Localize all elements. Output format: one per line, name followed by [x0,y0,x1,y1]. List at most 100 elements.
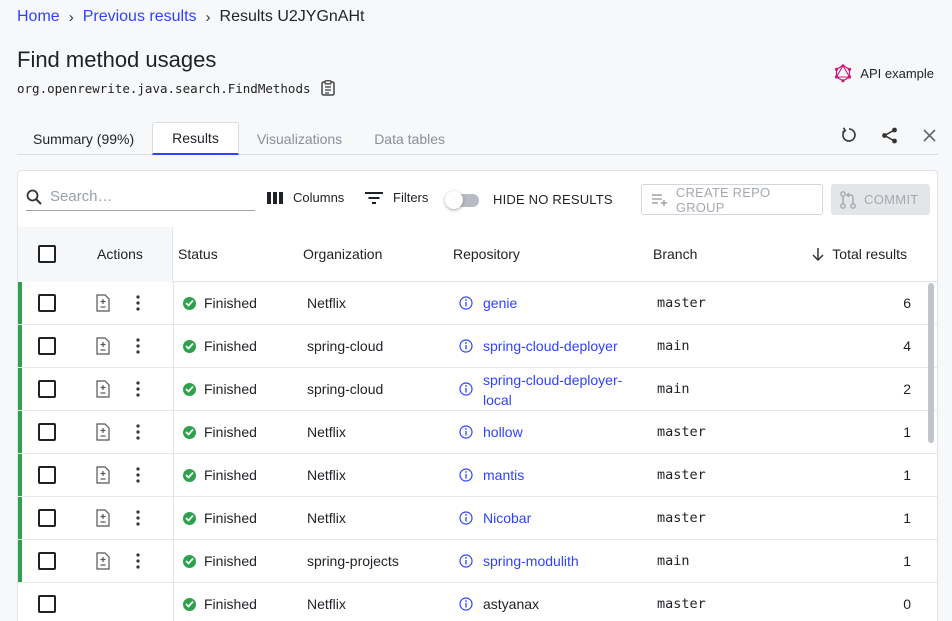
more-options-icon[interactable] [135,466,141,484]
status-text: Finished [204,596,257,612]
breadcrumb-current: Results U2JYGnAHt [219,8,365,25]
tab-results[interactable]: Results [152,122,239,155]
status-cell: Finished [183,553,257,569]
total-results-cell: 1 [903,424,911,440]
status-text: Finished [204,338,257,354]
more-options-icon[interactable] [135,509,141,527]
branch-cell: main [657,553,690,569]
info-icon[interactable] [459,382,473,396]
repository-link[interactable]: spring-modulith [483,551,579,571]
row-status-accent [18,325,22,367]
total-results-cell: 0 [903,596,911,612]
diff-document-icon[interactable] [95,423,111,441]
results-panel: Columns Filters HIDE NO RESULTS CREATE R… [17,170,938,621]
diff-document-icon[interactable] [95,380,111,398]
row-checkbox[interactable] [38,337,56,355]
table-row[interactable]: Finished spring-cloud spring-cloud-deplo… [18,368,937,411]
tab-summary[interactable]: Summary (99%) [17,122,150,155]
diff-document-icon[interactable] [95,466,111,484]
info-icon[interactable] [459,339,473,353]
status-cell: Finished [183,467,257,483]
more-options-icon[interactable] [135,423,141,441]
info-icon[interactable] [459,425,473,439]
total-results-cell: 1 [903,553,911,569]
breadcrumb-previous-link[interactable]: Previous results [83,8,197,26]
tab-bar: Summary (99%) Results Visualizations Dat… [17,122,938,155]
filters-button[interactable]: Filters [365,190,428,205]
info-icon[interactable] [459,468,473,482]
row-status-accent [18,368,22,410]
api-example-link[interactable]: API example [834,64,934,83]
hide-no-results-toggle[interactable] [445,191,481,209]
repository-link[interactable]: mantis [483,465,524,485]
row-checkbox[interactable] [38,595,56,613]
row-checkbox[interactable] [38,423,56,441]
table-row[interactable]: Finished Netflix genie master 6 [18,282,937,325]
row-status-accent [18,540,22,582]
more-options-icon[interactable] [135,337,141,355]
repository-link[interactable]: hollow [483,422,523,442]
breadcrumb-home-link[interactable]: Home [17,8,60,26]
row-checkbox[interactable] [38,509,56,527]
diff-document-icon[interactable] [95,509,111,527]
info-icon[interactable] [459,511,473,525]
page-title: Find method usages [17,47,217,72]
columns-button[interactable]: Columns [267,190,344,205]
info-icon[interactable] [459,554,473,568]
status-text: Finished [204,467,257,483]
row-checkbox[interactable] [38,552,56,570]
create-repo-group-button[interactable]: CREATE REPO GROUP [641,184,823,215]
table-row[interactable]: Finished spring-cloud spring-cloud-deplo… [18,325,937,368]
repository-cell: mantis [459,467,524,485]
repository-link[interactable]: genie [483,293,517,313]
repository-cell: Nicobar [459,510,531,528]
header-branch[interactable]: Branch [653,246,697,262]
table-row[interactable]: Finished spring-projects spring-modulith… [18,540,937,583]
diff-document-icon[interactable] [95,552,111,570]
more-options-icon[interactable] [135,552,141,570]
status-cell: Finished [183,596,257,612]
refresh-icon[interactable] [840,126,858,144]
vertical-scrollbar[interactable] [928,283,934,443]
filter-icon [365,191,383,204]
more-options-icon[interactable] [135,380,141,398]
tab-data-tables[interactable]: Data tables [358,122,461,155]
search-icon [26,189,42,205]
diff-document-icon[interactable] [95,294,111,312]
breadcrumb-separator-icon: › [205,8,211,26]
pinned-divider [173,540,174,582]
row-checkbox[interactable] [38,380,56,398]
table-row[interactable]: Finished Netflix hollow master 1 [18,411,937,454]
header-actions: Actions [97,246,143,262]
repository-link[interactable]: spring-cloud-deployer [483,336,618,356]
select-all-checkbox[interactable] [38,245,56,263]
table-row[interactable]: Finished Netflix mantis master 1 [18,454,937,497]
header-status[interactable]: Status [178,246,218,262]
more-options-icon[interactable] [135,294,141,312]
tab-visualizations[interactable]: Visualizations [241,122,358,155]
table-row[interactable]: Finished Netflix Nicobar master 1 [18,497,937,540]
filters-label: Filters [393,190,429,205]
pinned-divider [173,411,174,453]
row-checkbox[interactable] [38,294,56,312]
clipboard-icon[interactable] [320,80,335,96]
header-repository[interactable]: Repository [453,246,520,262]
table-row[interactable]: Finished Netflix astyanax master 0 [18,583,937,621]
commit-button[interactable]: COMMIT [831,184,930,215]
status-cell: Finished [183,424,257,440]
repository-link[interactable]: Nicobar [483,508,531,528]
create-repo-group-label: CREATE REPO GROUP [675,184,771,215]
info-icon[interactable] [459,296,473,310]
info-icon[interactable] [459,597,473,611]
search-input[interactable] [50,188,250,205]
sort-descending-icon [812,247,824,261]
check-circle-icon [183,597,196,611]
diff-document-icon[interactable] [95,337,111,355]
share-icon[interactable] [880,126,898,144]
row-checkbox[interactable] [38,466,56,484]
playlist-add-icon [652,193,667,206]
repository-link[interactable]: spring-cloud-deployer-local [483,370,643,410]
close-icon[interactable] [920,126,938,144]
header-organization[interactable]: Organization [303,246,382,262]
header-total-results[interactable]: Total results [812,246,907,262]
